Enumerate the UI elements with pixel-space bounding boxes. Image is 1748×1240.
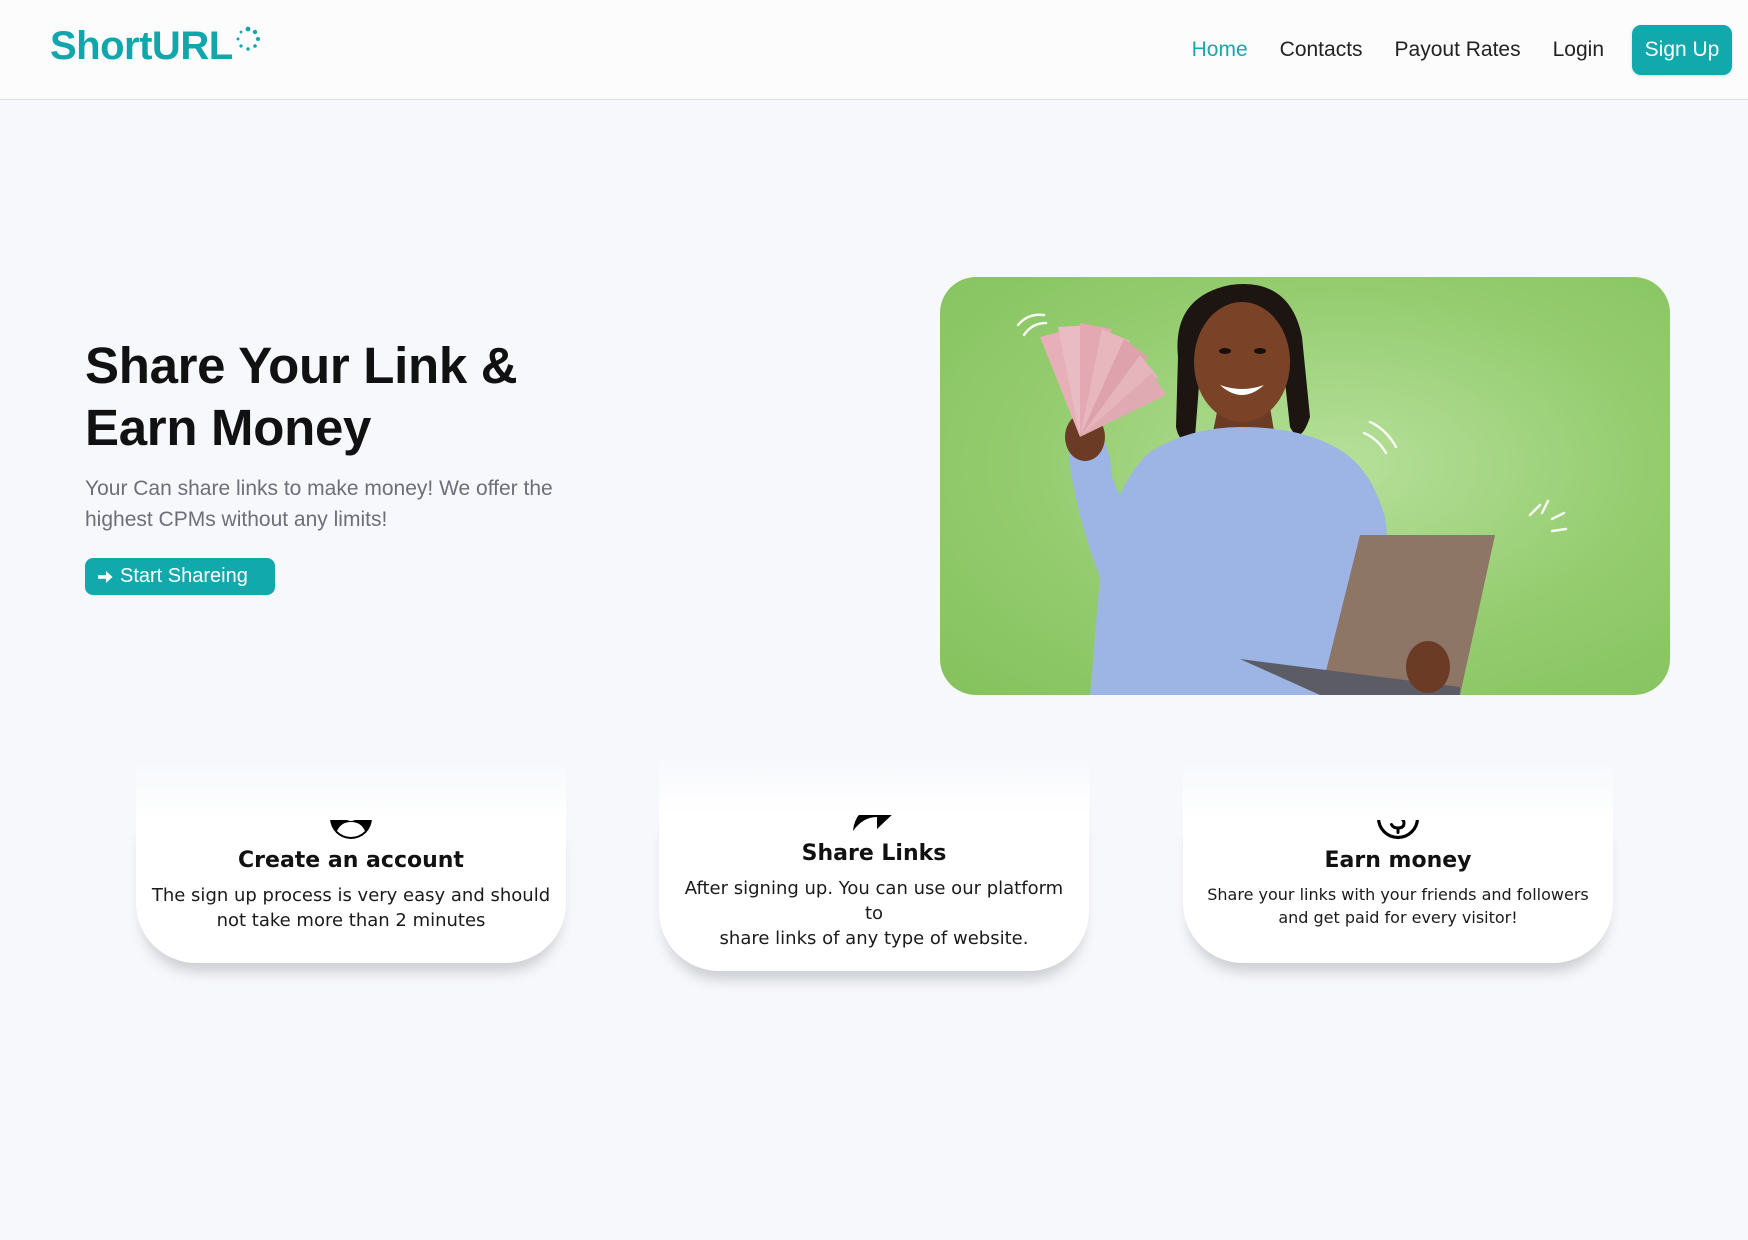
feature-title: Create an account	[238, 848, 464, 873]
feature-description: The sign up process is very easy and sho…	[136, 883, 566, 957]
main-nav: Home Contacts Payout Rates Login Sign Up	[1192, 0, 1748, 100]
feature-description-line2: not take more than 2 minutes	[216, 910, 486, 931]
start-sharing-label: Start Shareing	[120, 565, 248, 587]
hero-title: Share Your Link & Earn Money	[85, 335, 645, 459]
feature-card-create-account: Create an account The sign up process is…	[136, 760, 566, 963]
loading-dots-icon	[236, 26, 260, 51]
feature-title: Earn money	[1324, 848, 1472, 873]
hero-subtitle-line2: highest CPMs without any limits!	[85, 508, 388, 531]
woman-with-money-and-laptop-illustration	[1016, 284, 1568, 695]
brand-name: ShortURL	[50, 24, 233, 68]
feature-title: Share Links	[801, 841, 947, 866]
feature-description: After signing up. You can use our platfo…	[659, 876, 1089, 975]
hero-subtitle-line1: Your Can share links to make money! We o…	[85, 477, 553, 500]
signup-button[interactable]: Sign Up	[1632, 25, 1732, 75]
arrow-right-icon	[96, 568, 114, 586]
hero-title-line2: Earn Money	[85, 399, 372, 456]
feature-description-line2: share links of any type of website.	[719, 928, 1029, 949]
user-circle-icon	[136, 796, 566, 840]
start-sharing-button[interactable]: Start Shareing	[85, 558, 275, 595]
hero-subtitle: Your Can share links to make money! We o…	[85, 473, 605, 535]
nav-payout-rates-link[interactable]: Payout Rates	[1395, 38, 1521, 62]
brand-logo[interactable]: ShortURL	[50, 24, 261, 69]
feature-description: Share your links with your friends and f…	[1183, 883, 1613, 953]
feature-description-line1: After signing up. You can use our platfo…	[684, 878, 1064, 924]
hero-title-line1: Share Your Link &	[85, 337, 518, 394]
feature-description-line2: and get paid for every visitor!	[1278, 908, 1518, 927]
nav-login-link[interactable]: Login	[1553, 38, 1604, 62]
hero-image	[940, 277, 1670, 695]
feature-description-line1: The sign up process is very easy and sho…	[151, 885, 551, 906]
dollar-circle-icon	[1183, 796, 1613, 840]
nav-contacts-link[interactable]: Contacts	[1280, 38, 1363, 62]
nav-home-link[interactable]: Home	[1192, 38, 1248, 62]
feature-card-earn-money: Earn money Share your links with your fr…	[1183, 760, 1613, 963]
feature-card-share-links: Share Links After signing up. You can us…	[659, 755, 1089, 971]
top-navbar: ShortURL Home Contacts Payout Rates Logi…	[0, 0, 1748, 100]
feature-description-line1: Share your links with your friends and f…	[1207, 885, 1589, 904]
share-arrow-icon	[659, 791, 1089, 833]
